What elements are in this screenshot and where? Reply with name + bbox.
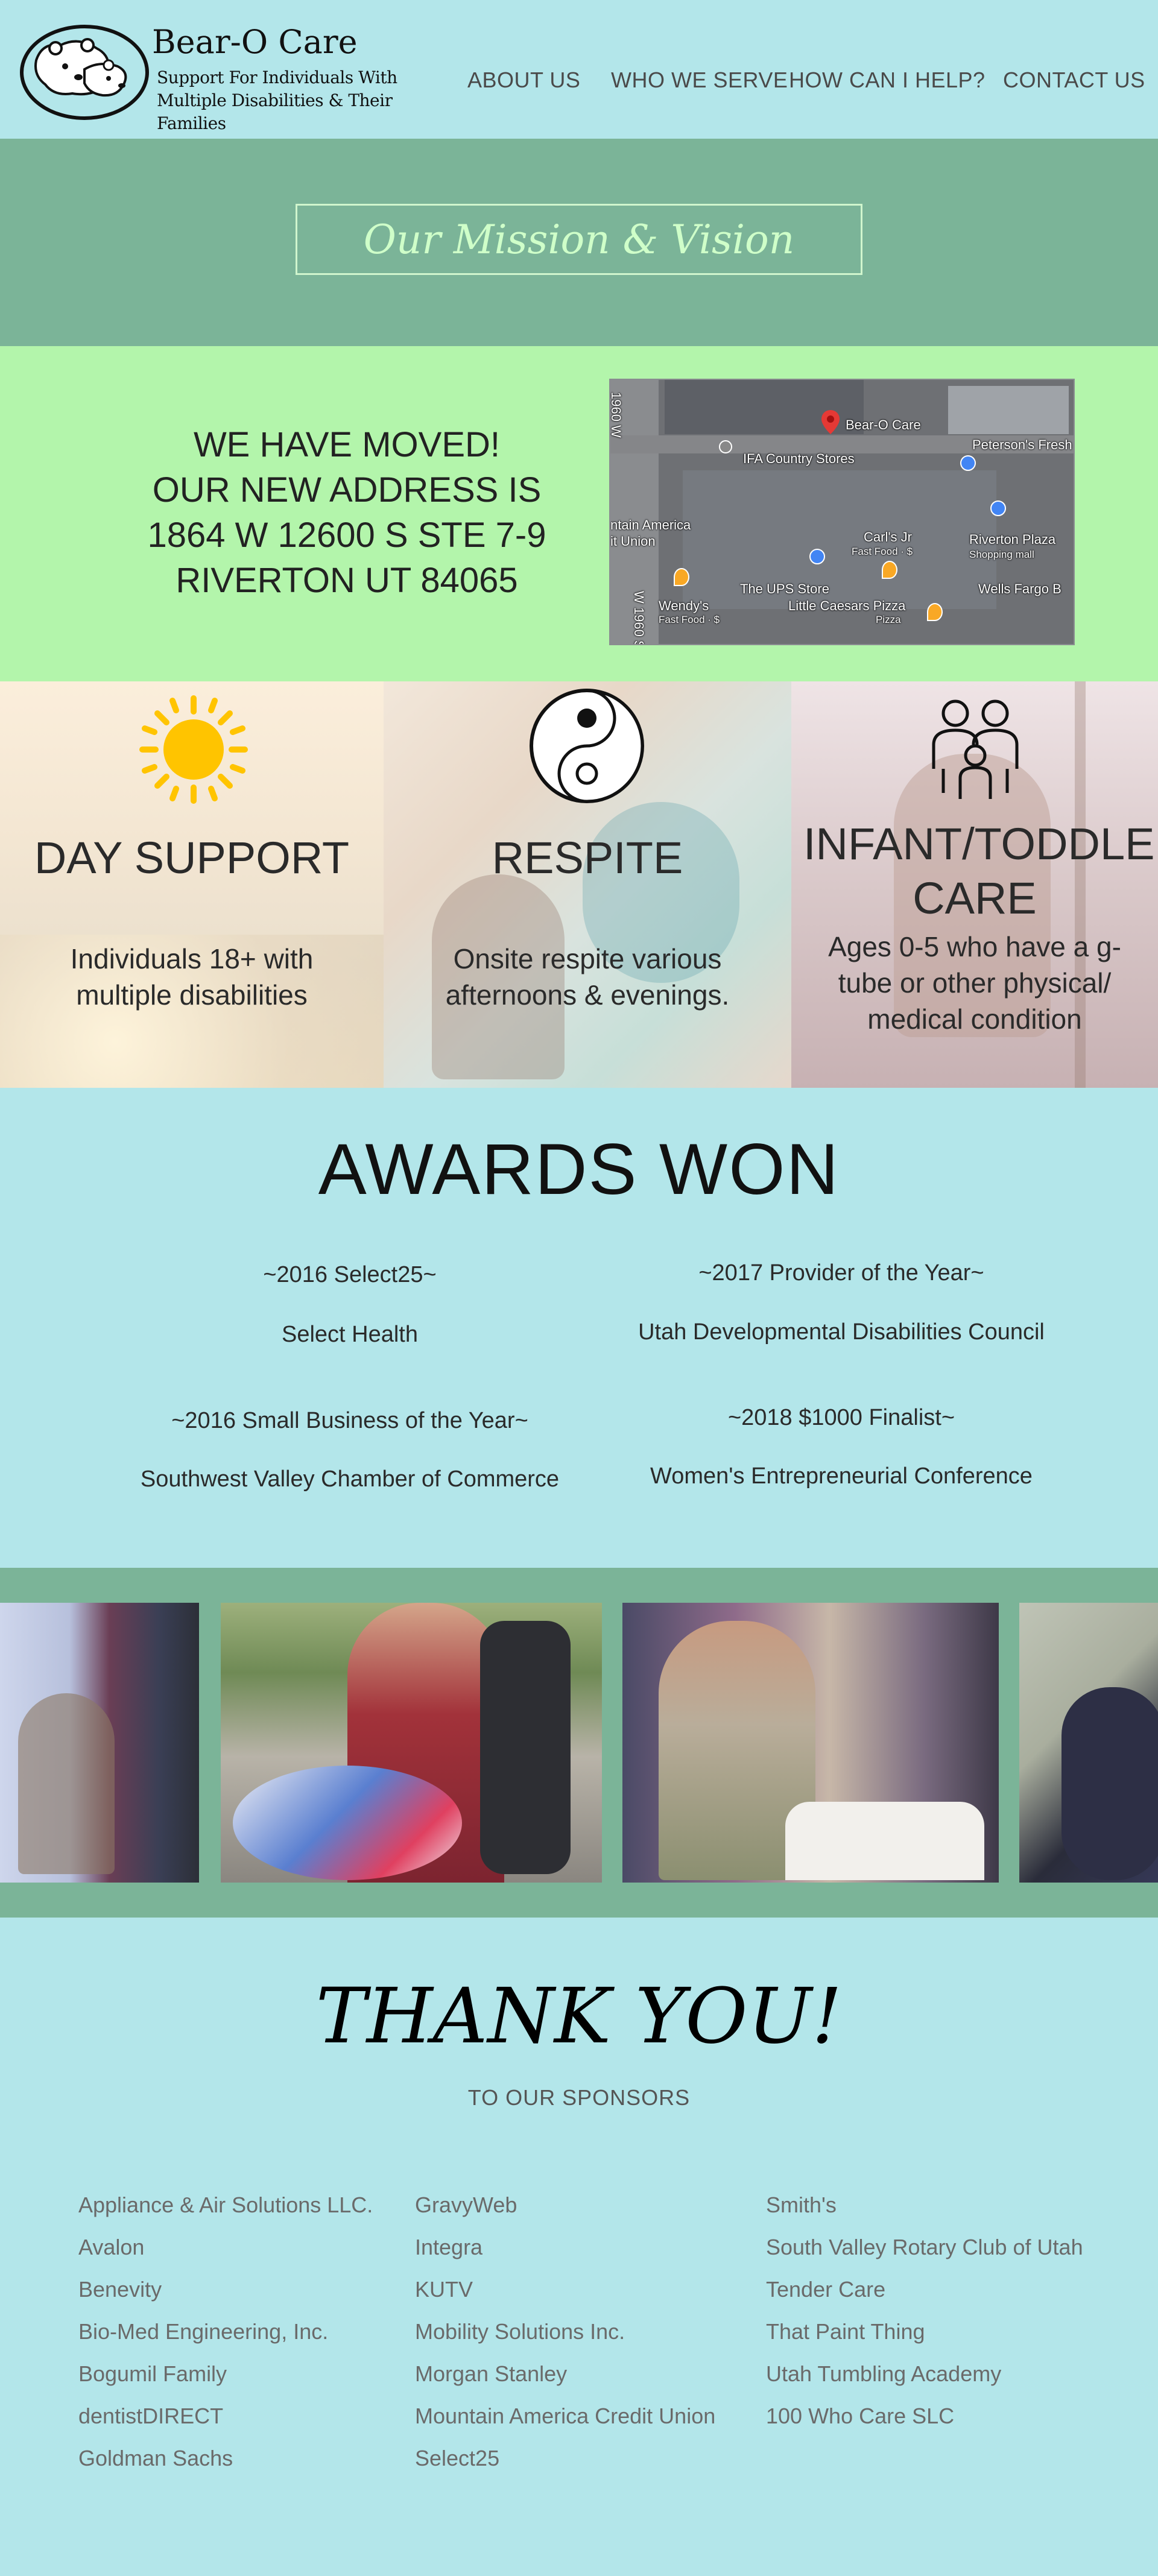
sponsor-item: That Paint Thing [766,2319,925,2344]
sponsor-item: Mobility Solutions Inc. [415,2319,625,2344]
sponsor-column-1: Appliance & Air Solutions LLC. Avalon Be… [78,2184,416,2480]
map-label-store: IFA Country Stores [743,451,855,466]
service-description: Individuals 18+ with multiple disabiliti… [70,943,314,1011]
new-address-text: WE HAVE MOVED! OUR NEW ADDRESS IS 1864 W… [90,422,603,603]
sponsor-item: Avalon [78,2235,145,2259]
photo-figure [785,1802,984,1880]
service-infant-toddler-care[interactable]: INFANT/TODDLER CARE Ages 0-5 who have a … [791,681,1158,1088]
nav-contact-us[interactable]: CONTACT US [1003,68,1145,93]
award-org: Southwest Valley Chamber of Commerce [140,1466,560,1492]
service-day-support[interactable]: DAY SUPPORT Individuals 18+ with multipl… [0,681,384,1088]
sponsor-item: 100 Who Care SLC [766,2404,955,2428]
brand-tagline: Support For Individuals With Multiple Di… [157,68,397,133]
map-label-sub: Fast Food · $ [852,546,913,557]
map-label-sub: Pizza [876,614,901,625]
sponsor-item: Smith's [766,2192,837,2217]
sponsor-column-3: Smith's South Valley Rotary Club of Utah… [766,2184,1104,2437]
sponsor-item: Bio-Med Engineering, Inc. [78,2319,329,2344]
sponsor-item: Goldman Sachs [78,2446,233,2470]
award-year: ~2016 Select25~ [263,1262,437,1287]
map-label-restaurant: Little Caesars Pizza [788,598,906,613]
sponsor-item: GravyWeb [415,2192,517,2217]
map-label-bank: it Union [610,534,656,549]
map-pin-icon[interactable] [821,410,840,434]
map-building [948,386,1069,434]
sponsor-item: Bogumil Family [78,2361,227,2386]
gallery-photo[interactable] [0,1603,199,1883]
shopping-marker-icon [960,455,976,471]
map-label-store: The UPS Store [740,581,829,596]
sponsors-subtitle: TO OUR SPONSORS [467,2085,691,2110]
map-road-label: W 1960 S [631,591,647,645]
service-title: DAY SUPPORT [34,833,350,883]
nav-about-us[interactable]: ABOUT US [467,68,580,93]
photo-figure [1062,1687,1158,1880]
sun-icon [136,692,251,807]
map-label-restaurant: Carl's Jr [864,529,912,545]
yin-yang-icon [527,686,647,806]
map-label-bank: Wells Fargo B [978,581,1062,596]
sponsor-item: Utah Tumbling Academy [766,2361,1002,2386]
moved-line-2: OUR NEW ADDRESS IS [152,470,542,510]
family-icon [925,696,1025,805]
service-title: INFANT/TODDLER CARE [803,819,1158,923]
gallery-photo[interactable] [221,1603,602,1883]
map-label-pin: Bear-O Care [846,417,921,432]
gallery-photo[interactable] [622,1603,999,1883]
restaurant-marker-icon [927,603,943,621]
award-org: Utah Developmental Disabilities Council [638,1319,1045,1345]
moved-line-3: 1864 W 12600 S STE 7-9 [147,516,546,555]
location-map[interactable]: 1960 W W 1960 S Bear-O Care IFA Country … [609,379,1075,645]
bank-marker-icon [809,549,825,564]
award-org: Select Health [281,1322,418,1347]
map-label-sub: Fast Food · $ [659,614,720,625]
thank-you-title: THANK YOU! [315,1972,843,2060]
map-label-mall: Riverton Plaza [969,532,1056,547]
moved-line-4: RIVERTON UT 84065 [176,561,518,600]
service-title: RESPITE [492,833,683,883]
nav-how-can-i-help[interactable]: HOW CAN I HELP? [789,68,986,93]
bear-logo-icon[interactable] [18,18,151,122]
sponsor-column-2: GravyWeb Integra KUTV Mobility Solutions… [415,2184,753,2480]
gallery-photo[interactable] [1019,1603,1158,1883]
sponsor-item: Benevity [78,2277,162,2302]
map-label-store: Peterson's Fresh M [972,437,1074,452]
map-road-label: 1960 W [609,392,624,438]
service-description: Ages 0-5 who have a g-tube or other phys… [828,931,1121,1035]
map-label-bank: ntain America [610,517,691,532]
award-year: ~2018 $1000 Finalist~ [727,1405,955,1430]
sponsor-item: KUTV [415,2277,473,2302]
mall-marker-icon [990,500,1006,516]
sponsor-item: Morgan Stanley [415,2361,568,2386]
awards-title: AWARDS WON [318,1129,840,1210]
mission-vision-button[interactable]: Our Mission & Vision [296,204,862,275]
service-respite[interactable]: RESPITE Onsite respite various afternoon… [384,681,791,1088]
photo-basket [233,1766,462,1880]
sponsor-item: Integra [415,2235,483,2259]
nav-who-we-serve[interactable]: WHO WE SERVE [611,68,788,93]
sponsor-item: dentistDIRECT [78,2404,224,2428]
map-label-sub: Shopping mall [969,549,1034,560]
restaurant-marker-icon [882,561,897,579]
service-description: Onsite respite various afternoons & even… [445,943,730,1011]
sponsor-item: South Valley Rotary Club of Utah [766,2235,1083,2259]
photo-wheelchair [480,1621,571,1874]
moved-line-1: WE HAVE MOVED! [193,425,501,464]
map-parking-lot [683,470,996,609]
award-year: ~2017 Provider of the Year~ [698,1260,984,1286]
brand-name[interactable]: Bear-O Care [152,23,358,61]
award-year: ~2016 Small Business of the Year~ [171,1408,528,1433]
photo-figure [18,1693,115,1874]
restaurant-marker-icon [674,568,689,586]
map-marker-icon [719,440,732,453]
sponsor-item: Appliance & Air Solutions LLC. [78,2192,373,2217]
sponsor-item: Select25 [415,2446,500,2470]
map-label-restaurant: Wendy's [659,598,709,613]
award-org: Women's Entrepreneurial Conference [650,1463,1033,1489]
sponsor-item: Mountain America Credit Union [415,2404,716,2428]
sponsor-item: Tender Care [766,2277,886,2302]
